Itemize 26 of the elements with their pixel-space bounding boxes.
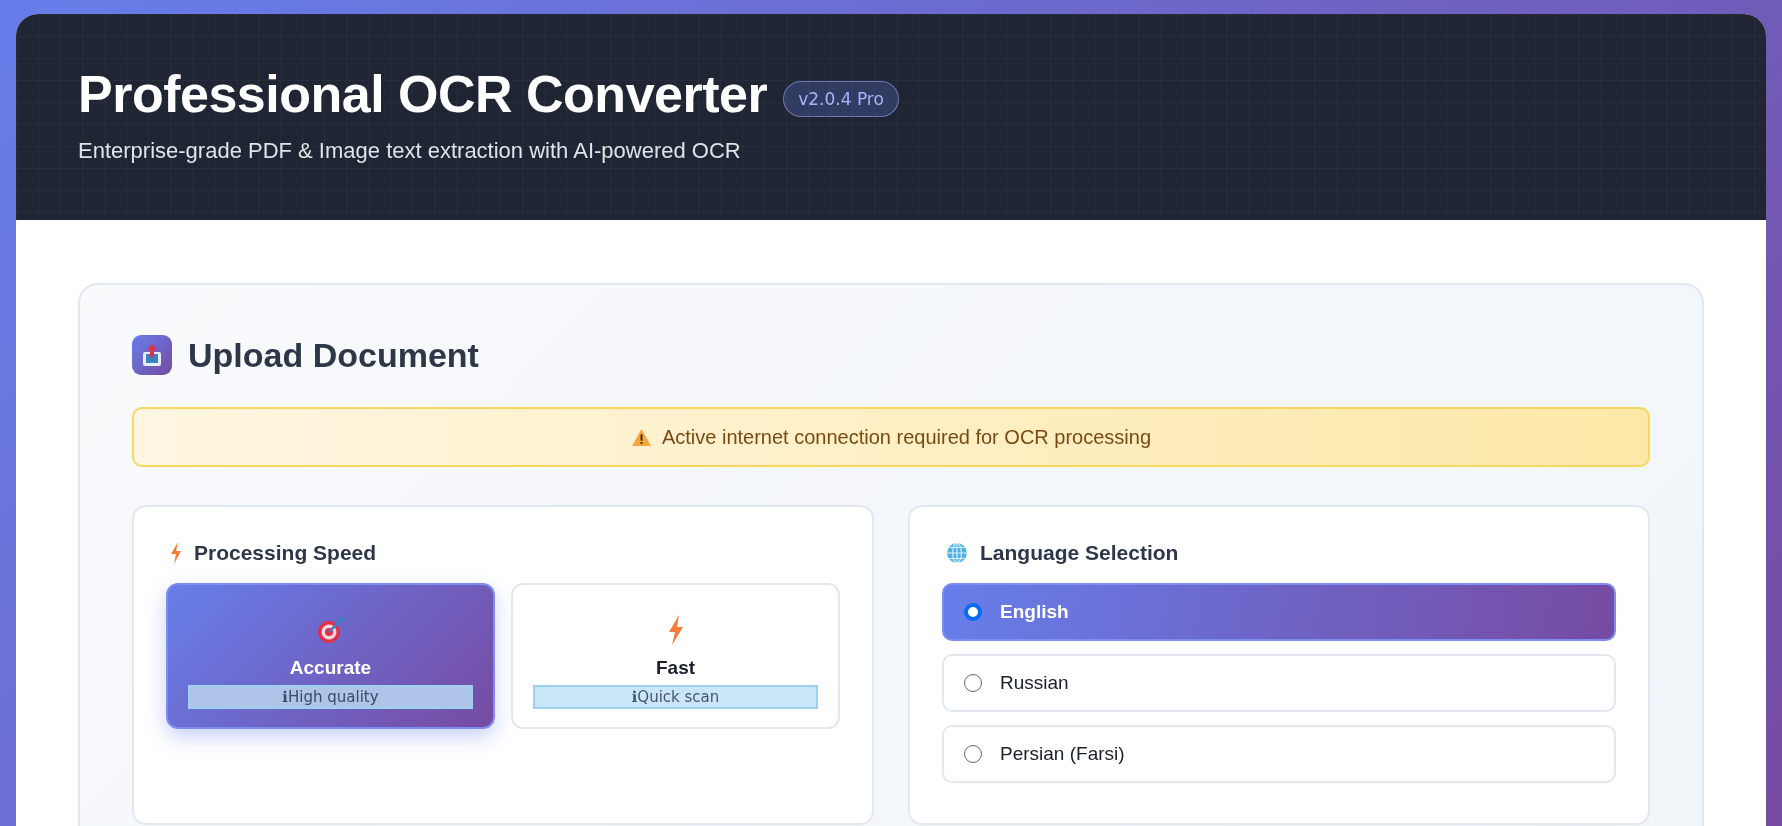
target-icon	[315, 615, 346, 645]
warning-icon	[630, 427, 652, 447]
lightning-icon	[666, 615, 685, 645]
radio-button[interactable]	[964, 674, 982, 692]
speed-option[interactable]: Fast ℹQuick scan	[511, 583, 840, 729]
language-option[interactable]: Persian (Farsi)	[942, 725, 1616, 783]
section-title: Upload Document	[188, 335, 479, 375]
app-subtitle: Enterprise-grade PDF & Image text extraction with AI-powered OCR	[78, 138, 742, 164]
language-label: Russian	[1000, 672, 1069, 694]
option-hint: ℹHigh quality	[188, 685, 473, 709]
card-title: Processing Speed	[194, 541, 377, 565]
app-title: Professional OCR Converter	[78, 64, 768, 124]
card-title: Language Selection	[980, 541, 1179, 565]
speed-option[interactable]: Accurate ℹHigh quality	[166, 583, 495, 729]
language-label: English	[1000, 601, 1069, 623]
version-badge: v2.0.4 Pro	[783, 81, 899, 117]
radio-button[interactable]	[964, 745, 982, 763]
radio-button[interactable]	[964, 603, 982, 621]
option-hint: ℹQuick scan	[533, 685, 818, 709]
upload-icon	[132, 335, 172, 375]
warning-text: Active internet connection required for OCR processing	[661, 425, 1152, 449]
globe-icon	[946, 542, 968, 564]
language-option[interactable]: English	[942, 583, 1616, 641]
language-option[interactable]: Russian	[942, 654, 1616, 712]
lightning-icon	[170, 542, 182, 564]
language-label: Persian (Farsi)	[1000, 743, 1125, 765]
